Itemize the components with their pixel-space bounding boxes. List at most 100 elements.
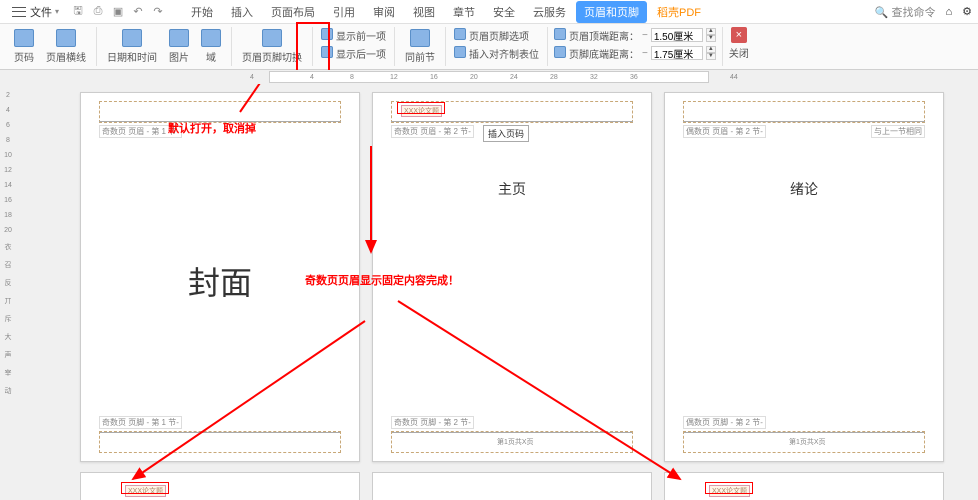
- top-dist-up[interactable]: ▲: [706, 28, 716, 35]
- p2-title: 主页: [373, 179, 651, 199]
- p3-footer-tag: 偶数页 页脚 - 第 2 节-: [683, 416, 766, 429]
- hf-switch-button[interactable]: 页眉页脚切换: [238, 27, 306, 66]
- p1-footer-tag: 奇数页 页脚 - 第 1 节-: [99, 416, 182, 429]
- show-next-icon: [321, 46, 333, 58]
- p3-same-as-prev-tag: 与上一节相同: [871, 125, 925, 138]
- quick-access: 🖫 ⎙ ▣ ↶ ↷: [71, 5, 165, 19]
- show-prev-label: 显示前一项: [336, 28, 386, 43]
- page-6-peek[interactable]: XXX论文题: [664, 472, 944, 500]
- page-number-button[interactable]: 页码: [10, 27, 38, 66]
- insert-tabstop-label: 插入对齐制表位: [469, 46, 539, 61]
- top-dist-icon: [554, 28, 566, 40]
- page-4-peek[interactable]: XXX论文题: [80, 472, 360, 500]
- file-menu[interactable]: 文件: [6, 2, 65, 22]
- p4-redbox: [121, 482, 169, 494]
- title-bar: 文件 🖫 ⎙ ▣ ↶ ↷ 开始 插入 页面布局 引用 审阅 视图 章节 安全 云…: [0, 0, 978, 24]
- settings-icon[interactable]: ⚙: [962, 5, 972, 18]
- top-dist-input[interactable]: [651, 28, 703, 42]
- p2-footer-tag: 奇数页 页脚 - 第 2 节-: [391, 416, 474, 429]
- top-dist-label: 页眉顶端距离：: [569, 28, 639, 43]
- hf-switch-icon: [262, 29, 282, 47]
- close-label: 关闭: [729, 45, 749, 60]
- search-box[interactable]: 🔍 查找命令: [875, 4, 936, 20]
- page-3[interactable]: 偶数页 页眉 - 第 2 节- 与上一节相同 绪论 偶数页 页脚 - 第 2 节…: [664, 92, 944, 462]
- page-5-peek[interactable]: [372, 472, 652, 500]
- tab-view[interactable]: 视图: [405, 1, 443, 23]
- show-next-row[interactable]: 显示后一项: [319, 45, 388, 61]
- qa-redo-icon[interactable]: ↷: [151, 5, 165, 19]
- hf-options-row[interactable]: 页眉页脚选项: [452, 27, 541, 43]
- ribbon: 页码 页眉横线 日期和时间 图片 域 页眉页脚切换 显示前一项 显示后一项 同前…: [0, 24, 978, 70]
- p6-redbox: [705, 482, 753, 494]
- bot-dist-icon: [554, 46, 566, 58]
- p3-title: 绪论: [665, 179, 943, 199]
- bot-dist-down[interactable]: ▼: [706, 53, 716, 60]
- show-prev-icon: [321, 28, 333, 40]
- tab-insert[interactable]: 插入: [223, 1, 261, 23]
- p2-footer-text: 第1页共X页: [497, 437, 534, 447]
- tab-start[interactable]: 开始: [183, 1, 221, 23]
- insert-tabstop-icon: [454, 46, 466, 58]
- hf-options-icon: [454, 28, 466, 40]
- tab-bar: 开始 插入 页面布局 引用 审阅 视图 章节 安全 云服务 页眉和页脚 稻壳PD…: [183, 1, 709, 23]
- tab-header-footer[interactable]: 页眉和页脚: [576, 1, 647, 23]
- hf-options-label: 页眉页脚选项: [469, 28, 529, 43]
- annotation-cancel-text: 默认打开，取消掉: [168, 120, 256, 136]
- vertical-ruler: 2468101214161820 衣召反丌斥大声宰动: [0, 84, 16, 500]
- close-icon: ×: [731, 27, 747, 43]
- bot-dist-label: 页脚底端距离：: [569, 46, 639, 61]
- document-canvas[interactable]: 2468101214161820 衣召反丌斥大声宰动 奇数页 页眉 - 第 1 …: [0, 84, 978, 500]
- insert-tabstop-row[interactable]: 插入对齐制表位: [452, 45, 541, 61]
- page-number-icon: [14, 29, 34, 47]
- bot-dist-input[interactable]: [651, 46, 703, 60]
- tab-review[interactable]: 审阅: [365, 1, 403, 23]
- p2-header-tag: 奇数页 页眉 - 第 2 节-: [391, 125, 474, 138]
- show-prev-row[interactable]: 显示前一项: [319, 27, 388, 43]
- header-line-icon: [56, 29, 76, 47]
- datetime-label: 日期和时间: [107, 49, 157, 64]
- field-label: 域: [206, 49, 216, 64]
- p2-header-redbox: [397, 102, 445, 114]
- datetime-button[interactable]: 日期和时间: [103, 27, 161, 66]
- header-top-distance: 页眉顶端距离：−▲▼: [554, 27, 716, 43]
- tab-security[interactable]: 安全: [485, 1, 523, 23]
- p3-header-zone[interactable]: [683, 101, 925, 123]
- datetime-icon: [122, 29, 142, 47]
- menu-icon: [12, 7, 26, 17]
- qa-undo-icon[interactable]: ↶: [131, 5, 145, 19]
- top-dist-down[interactable]: ▼: [706, 35, 716, 42]
- annotation-done-text: 奇数页页眉显示固定内容完成！: [305, 272, 459, 288]
- tab-ref[interactable]: 引用: [325, 1, 363, 23]
- picture-icon: [169, 29, 189, 47]
- bot-dist-up[interactable]: ▲: [706, 46, 716, 53]
- show-next-label: 显示后一项: [336, 46, 386, 61]
- picture-label: 图片: [169, 49, 189, 64]
- qa-save-icon[interactable]: 🖫: [71, 5, 85, 19]
- hf-switch-label: 页眉页脚切换: [242, 49, 302, 64]
- search-placeholder: 查找命令: [891, 7, 935, 19]
- header-line-label: 页眉横线: [46, 49, 86, 64]
- tab-layout[interactable]: 页面布局: [263, 1, 323, 23]
- p1-footer-zone[interactable]: [99, 431, 341, 453]
- footer-bot-distance: 页脚底端距离：−▲▼: [554, 45, 716, 61]
- ruler-track: 4 4 8 12 16 20 24 28 32 36 44: [269, 71, 709, 83]
- p3-header-tag: 偶数页 页眉 - 第 2 节-: [683, 125, 766, 138]
- picture-button[interactable]: 图片: [165, 27, 193, 66]
- qa-print-icon[interactable]: ⎙: [91, 5, 105, 19]
- field-button[interactable]: 域: [197, 27, 225, 66]
- field-icon: [201, 29, 221, 47]
- insert-page-number-button[interactable]: 插入页码: [483, 125, 529, 142]
- help-icon[interactable]: ⌂: [945, 6, 952, 18]
- page-number-label: 页码: [14, 49, 34, 64]
- tab-cloud[interactable]: 云服务: [525, 1, 574, 23]
- same-as-prev-icon: [410, 29, 430, 47]
- tab-doke-pdf[interactable]: 稻壳PDF: [649, 1, 709, 23]
- same-as-prev-label: 同前节: [405, 49, 435, 64]
- file-label: 文件: [30, 4, 52, 20]
- close-hf-button[interactable]: × 关闭: [729, 27, 749, 60]
- p3-footer-text: 第1页共X页: [789, 437, 826, 447]
- same-as-prev-button[interactable]: 同前节: [401, 27, 439, 66]
- header-line-button[interactable]: 页眉横线: [42, 27, 90, 66]
- qa-preview-icon[interactable]: ▣: [111, 5, 125, 19]
- tab-chapter[interactable]: 章节: [445, 1, 483, 23]
